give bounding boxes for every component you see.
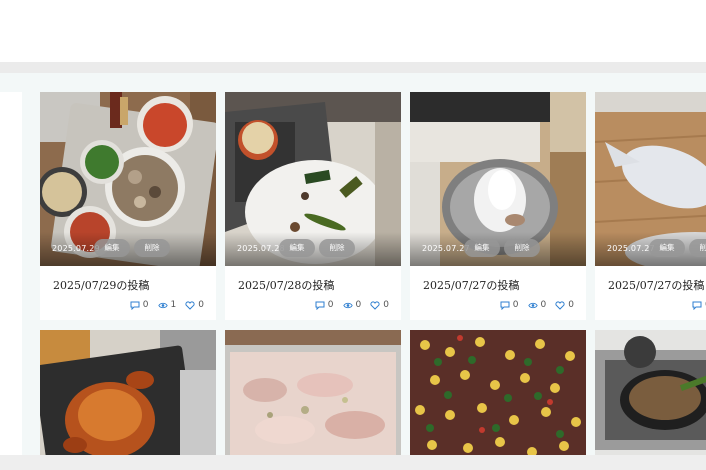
post-title[interactable]: 2025/07/27の投稿 (608, 277, 704, 293)
heart-icon (370, 300, 380, 310)
post-card[interactable] (225, 330, 401, 470)
bottom-scrollbar[interactable] (0, 455, 706, 470)
post-title[interactable]: 2025/07/29の投稿 (53, 277, 149, 293)
post-card[interactable]: 2025.07.28 編集 削除 2025/07/28の投稿 0 0 0 (225, 92, 401, 320)
post-photo[interactable]: 2025.07.27 編集 削除 (410, 92, 586, 266)
like-count: 0 (568, 300, 574, 310)
post-stats: 0 1 0 (130, 300, 204, 310)
post-card[interactable] (595, 330, 706, 470)
comment-icon (130, 301, 140, 310)
post-card[interactable]: 2025.07.29 編集 削除 2025/07/29の投稿 0 1 0 (40, 92, 216, 320)
post-title[interactable]: 2025/07/27の投稿 (423, 277, 519, 293)
post-photo[interactable]: 2025.07.29 編集 削除 (40, 92, 216, 266)
edit-button[interactable]: 編集 (94, 239, 130, 257)
edit-button[interactable]: 編集 (464, 239, 500, 257)
post-photo[interactable]: 2025.07.27 編集 削除 (595, 92, 706, 266)
post-card[interactable] (410, 330, 586, 470)
view-count: 1 (170, 300, 177, 310)
post-photo[interactable] (410, 330, 586, 470)
post-card[interactable]: 2025.07.27 編集 削除 2025/07/27の投稿 0 (595, 92, 706, 320)
view-count: 0 (355, 300, 362, 310)
post-date: 2025.07.27 (607, 244, 655, 253)
post-card[interactable] (40, 330, 216, 470)
eye-icon (342, 302, 353, 308)
post-photo[interactable] (595, 330, 706, 470)
delete-button[interactable]: 削除 (504, 239, 540, 257)
comment-icon (692, 301, 702, 310)
like-count: 0 (383, 300, 389, 310)
comment-count: 0 (142, 300, 149, 310)
heart-icon (555, 300, 565, 310)
comment-icon (500, 301, 510, 310)
post-grid: 2025.07.29 編集 削除 2025/07/29の投稿 0 1 0 202… (0, 0, 706, 470)
food-photo-image (40, 330, 216, 470)
post-date: 2025.07.28 (237, 244, 285, 253)
delete-button[interactable]: 削除 (689, 239, 706, 257)
food-photo-image (595, 330, 706, 470)
edit-button[interactable]: 編集 (279, 239, 315, 257)
post-photo[interactable] (225, 330, 401, 470)
post-stats: 0 0 0 (500, 300, 574, 310)
comment-count: 0 (512, 300, 519, 310)
post-photo[interactable] (40, 330, 216, 470)
food-photo-image (225, 330, 401, 470)
post-stats: 0 0 0 (315, 300, 389, 310)
post-date: 2025.07.29 (52, 244, 100, 253)
post-title[interactable]: 2025/07/28の投稿 (238, 277, 334, 293)
like-count: 0 (198, 300, 204, 310)
comment-count: 0 (327, 300, 334, 310)
view-count: 0 (540, 300, 547, 310)
eye-icon (527, 302, 538, 308)
post-card[interactable]: 2025.07.27 編集 削除 2025/07/27の投稿 0 0 0 (410, 92, 586, 320)
delete-button[interactable]: 削除 (134, 239, 170, 257)
food-photo-image (410, 330, 586, 470)
heart-icon (185, 300, 195, 310)
post-date: 2025.07.27 (422, 244, 470, 253)
edit-button[interactable]: 編集 (649, 239, 685, 257)
delete-button[interactable]: 削除 (319, 239, 355, 257)
post-photo[interactable]: 2025.07.28 編集 削除 (225, 92, 401, 266)
comment-icon (315, 301, 325, 310)
eye-icon (157, 302, 168, 308)
post-stats: 0 (692, 300, 706, 310)
